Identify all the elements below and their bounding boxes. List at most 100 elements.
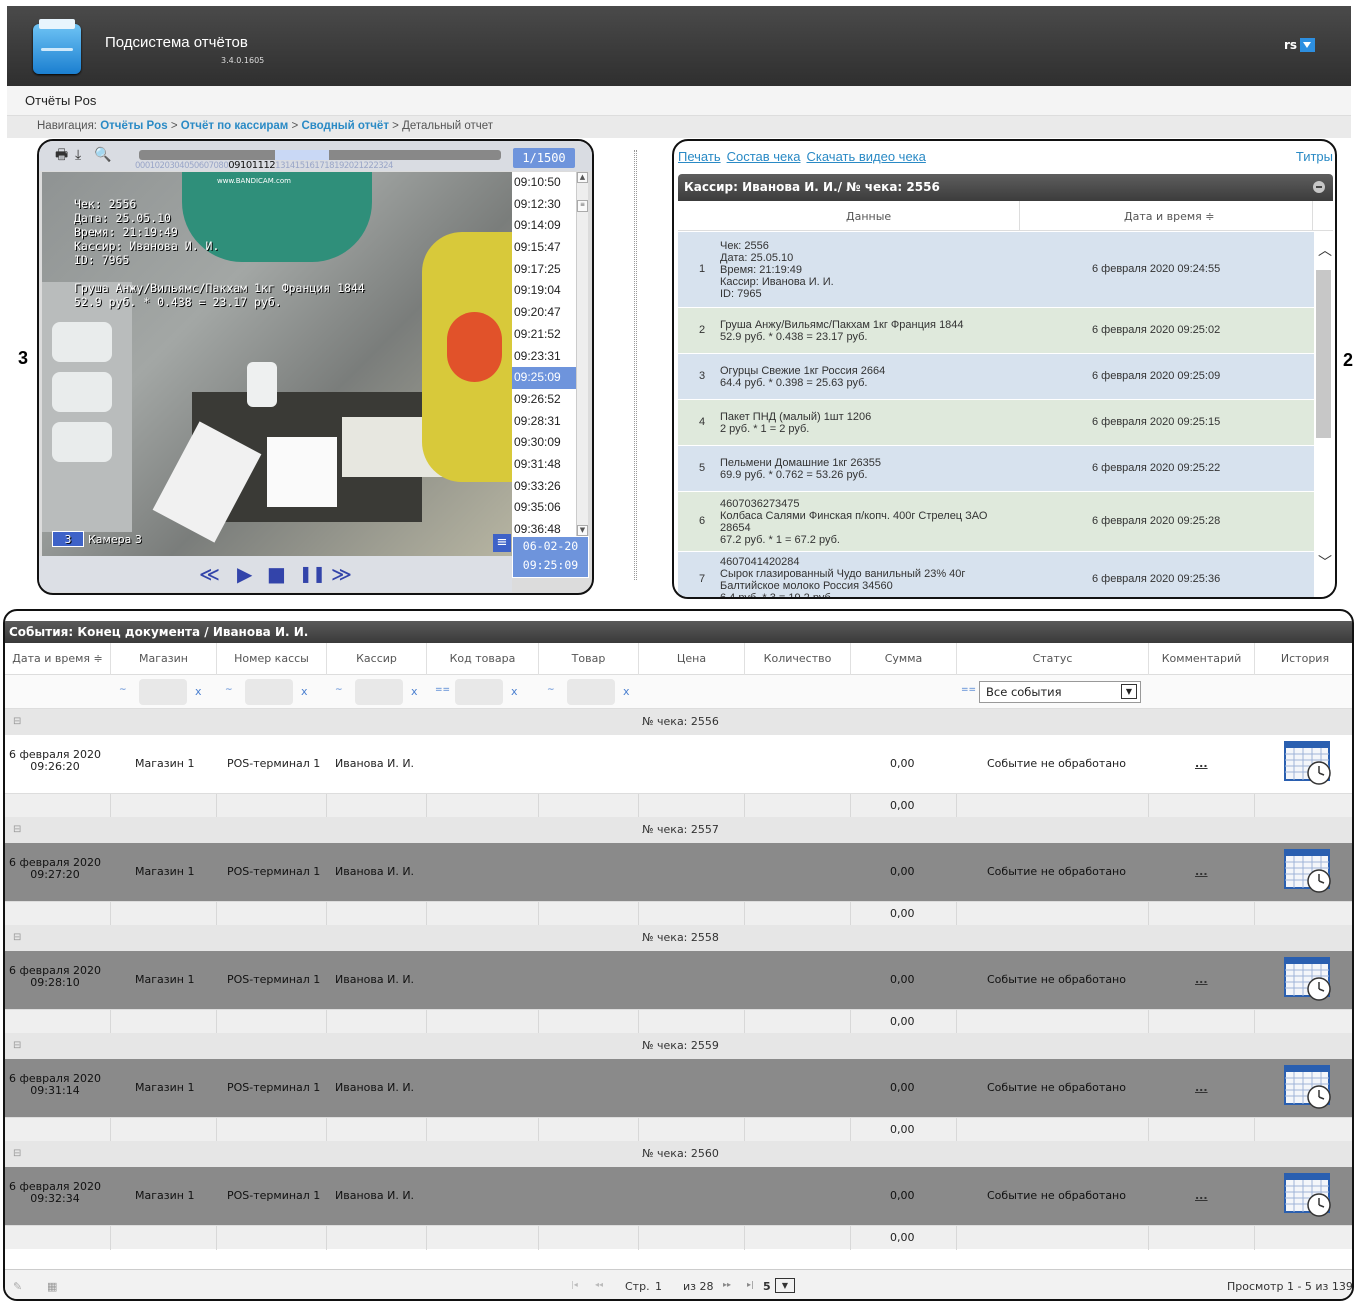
download-video-link[interactable]: Скачать видео чека bbox=[806, 149, 925, 164]
check-row[interactable]: 4 Пакет ПНД (малый) 1шт 1206 2 руб. * 1 =… bbox=[678, 400, 1314, 446]
group-row[interactable]: ⊟ № чека: 2559 bbox=[5, 1033, 1352, 1059]
titles-link[interactable]: Титры bbox=[1296, 149, 1333, 164]
collapse-group-icon[interactable]: ⊟ bbox=[13, 817, 21, 843]
group-row[interactable]: ⊟ № чека: 2558 bbox=[5, 925, 1352, 951]
video-frame[interactable]: www.BANDICAM.com Чек: 2556 Дата: 25.05.1… bbox=[42, 172, 512, 556]
check-scrollbar[interactable]: ︿ ﹀ bbox=[1314, 232, 1333, 597]
comment-button[interactable]: ... bbox=[1195, 973, 1208, 986]
time-list-item[interactable]: 09:25:09 bbox=[512, 367, 576, 389]
print-link[interactable]: Печать bbox=[678, 149, 721, 164]
column-header[interactable]: Цена bbox=[639, 643, 745, 675]
time-list-item[interactable]: 09:19:04 bbox=[512, 280, 576, 302]
time-list-item[interactable]: 09:31:48 bbox=[512, 454, 576, 476]
time-list-item[interactable]: 09:26:52 bbox=[512, 389, 576, 411]
prev-page-button[interactable]: ◂◂ bbox=[595, 1280, 603, 1289]
filter-operator[interactable]: ~ bbox=[119, 685, 127, 695]
filter-input[interactable] bbox=[567, 679, 615, 705]
event-row[interactable]: 6 февраля 2020 09:27:20 Магазин 1 POS-терми… bbox=[5, 843, 1352, 901]
timeline-bar[interactable] bbox=[139, 150, 501, 160]
column-header[interactable]: Сумма bbox=[851, 643, 957, 675]
history-calendar-clock-icon[interactable] bbox=[1283, 740, 1333, 786]
comment-button[interactable]: ... bbox=[1195, 1081, 1208, 1094]
pause-button[interactable]: ❚❚ bbox=[299, 562, 326, 586]
columns-icon[interactable]: ▦ bbox=[47, 1280, 57, 1293]
clear-filter-icon[interactable]: x bbox=[301, 685, 308, 698]
clear-filter-icon[interactable]: x bbox=[411, 685, 418, 698]
filter-operator[interactable]: == bbox=[435, 685, 450, 695]
chevron-down-icon[interactable]: ▼ bbox=[775, 1278, 795, 1293]
filter-operator[interactable]: == bbox=[961, 685, 976, 695]
column-header[interactable]: Товар bbox=[539, 643, 639, 675]
event-row[interactable]: 6 февраля 2020 09:26:20 Магазин 1 POS-терми… bbox=[5, 735, 1352, 793]
user-menu-dropdown-icon[interactable] bbox=[1300, 38, 1315, 52]
time-list-item[interactable]: 09:36:48 bbox=[512, 519, 576, 536]
menu-item-reports-pos[interactable]: Отчёты Pos bbox=[25, 93, 96, 108]
comment-button[interactable]: ... bbox=[1195, 757, 1208, 770]
play-button[interactable]: ▶ bbox=[237, 562, 252, 586]
time-list-item[interactable]: 09:20:47 bbox=[512, 302, 576, 324]
time-list-item[interactable]: 09:28:31 bbox=[512, 411, 576, 433]
forward-button[interactable]: ≫ bbox=[331, 562, 352, 586]
column-header[interactable]: Количество bbox=[745, 643, 851, 675]
comment-button[interactable]: ... bbox=[1195, 865, 1208, 878]
column-data[interactable]: Данные bbox=[846, 210, 891, 223]
chevron-down-icon[interactable]: ▼ bbox=[1121, 684, 1137, 699]
filter-operator[interactable]: ~ bbox=[547, 685, 555, 695]
check-row[interactable]: 2 Груша Анжу/Вильямс/Пакхам 1кг Франция 1… bbox=[678, 308, 1314, 354]
check-row[interactable]: 5 Пельмени Домашние 1кг 26355 69.9 руб. *… bbox=[678, 446, 1314, 492]
time-list-item[interactable]: 09:14:09 bbox=[512, 215, 576, 237]
time-list-item[interactable]: 09:21:52 bbox=[512, 324, 576, 346]
time-list-item[interactable]: 09:35:06 bbox=[512, 497, 576, 519]
collapse-icon[interactable] bbox=[1313, 181, 1325, 193]
zoom-icon[interactable]: 🔍 bbox=[94, 148, 111, 162]
collapse-group-icon[interactable]: ⊟ bbox=[13, 925, 21, 951]
collapse-group-icon[interactable]: ⊟ bbox=[13, 1033, 21, 1059]
column-header[interactable]: Номер кассы bbox=[217, 643, 327, 675]
scroll-thumb[interactable] bbox=[1316, 270, 1331, 438]
time-list-item[interactable]: 09:30:09 bbox=[512, 432, 576, 454]
check-contents-link[interactable]: Состав чека bbox=[727, 149, 801, 164]
scroll-down-icon[interactable]: ﹀ bbox=[1318, 552, 1332, 572]
filter-input[interactable] bbox=[245, 679, 293, 705]
column-header[interactable]: Магазин bbox=[111, 643, 217, 675]
time-list-scrollbar[interactable]: ▲ ≡ ▼ bbox=[576, 172, 588, 536]
scroll-thumb[interactable]: ≡ bbox=[577, 200, 588, 212]
check-row[interactable]: 1 Чек: 2556 Дата: 25.05.10 Время: 21:19:4… bbox=[678, 232, 1314, 308]
stop-button[interactable]: ■ bbox=[267, 562, 286, 586]
check-row[interactable]: 3 Огурцы Свежие 1кг Россия 2664 64.4 руб.… bbox=[678, 354, 1314, 400]
event-row[interactable]: 6 февраля 2020 09:32:34 Магазин 1 POS-терми… bbox=[5, 1167, 1352, 1225]
user-name[interactable]: rs bbox=[1284, 38, 1297, 52]
scroll-down-icon[interactable]: ▼ bbox=[577, 525, 588, 536]
check-row[interactable]: 6 4607036273475 Колбаса Салями Финская п/… bbox=[678, 492, 1314, 552]
scroll-up-icon[interactable]: ︿ bbox=[1318, 240, 1332, 260]
scroll-up-icon[interactable]: ▲ bbox=[577, 172, 588, 183]
breadcrumb-link-cashier-report[interactable]: Отчёт по кассирам bbox=[181, 120, 289, 132]
collapse-group-icon[interactable]: ⊟ bbox=[13, 1141, 21, 1167]
history-calendar-clock-icon[interactable] bbox=[1283, 1064, 1333, 1110]
time-list-item[interactable]: 09:12:30 bbox=[512, 194, 576, 216]
last-page-button[interactable]: ▸| bbox=[747, 1280, 754, 1289]
download-icon[interactable]: ⤓ bbox=[75, 148, 89, 162]
group-row[interactable]: ⊟ № чека: 2556 bbox=[5, 709, 1352, 735]
event-row[interactable]: 6 февраля 2020 09:31:14 Магазин 1 POS-терми… bbox=[5, 1059, 1352, 1117]
group-row[interactable]: ⊟ № чека: 2560 bbox=[5, 1141, 1352, 1167]
breadcrumb-link-reports-pos[interactable]: Отчёты Pos bbox=[100, 120, 167, 132]
clear-filter-icon[interactable]: x bbox=[623, 685, 630, 698]
filter-operator[interactable]: ~ bbox=[335, 685, 343, 695]
page-number-input[interactable]: 1 bbox=[655, 1280, 662, 1293]
time-list-item[interactable]: 09:23:31 bbox=[512, 346, 576, 368]
history-calendar-clock-icon[interactable] bbox=[1283, 956, 1333, 1002]
history-calendar-clock-icon[interactable] bbox=[1283, 848, 1333, 894]
filter-input[interactable] bbox=[355, 679, 403, 705]
vertical-splitter[interactable] bbox=[634, 150, 637, 580]
clear-filter-icon[interactable]: x bbox=[195, 685, 202, 698]
history-calendar-clock-icon[interactable] bbox=[1283, 1172, 1333, 1218]
filter-operator[interactable]: ~ bbox=[225, 685, 233, 695]
column-header[interactable]: Дата и время ≑ bbox=[5, 643, 111, 675]
column-datetime[interactable]: Дата и время ≑ bbox=[1124, 210, 1215, 223]
time-list-item[interactable]: 09:15:47 bbox=[512, 237, 576, 259]
group-row[interactable]: ⊟ № чека: 2557 bbox=[5, 817, 1352, 843]
column-header[interactable]: Комментарий bbox=[1149, 643, 1255, 675]
time-list-item[interactable]: 09:10:50 bbox=[512, 172, 576, 194]
print-icon[interactable]: 🖶 bbox=[55, 148, 69, 162]
